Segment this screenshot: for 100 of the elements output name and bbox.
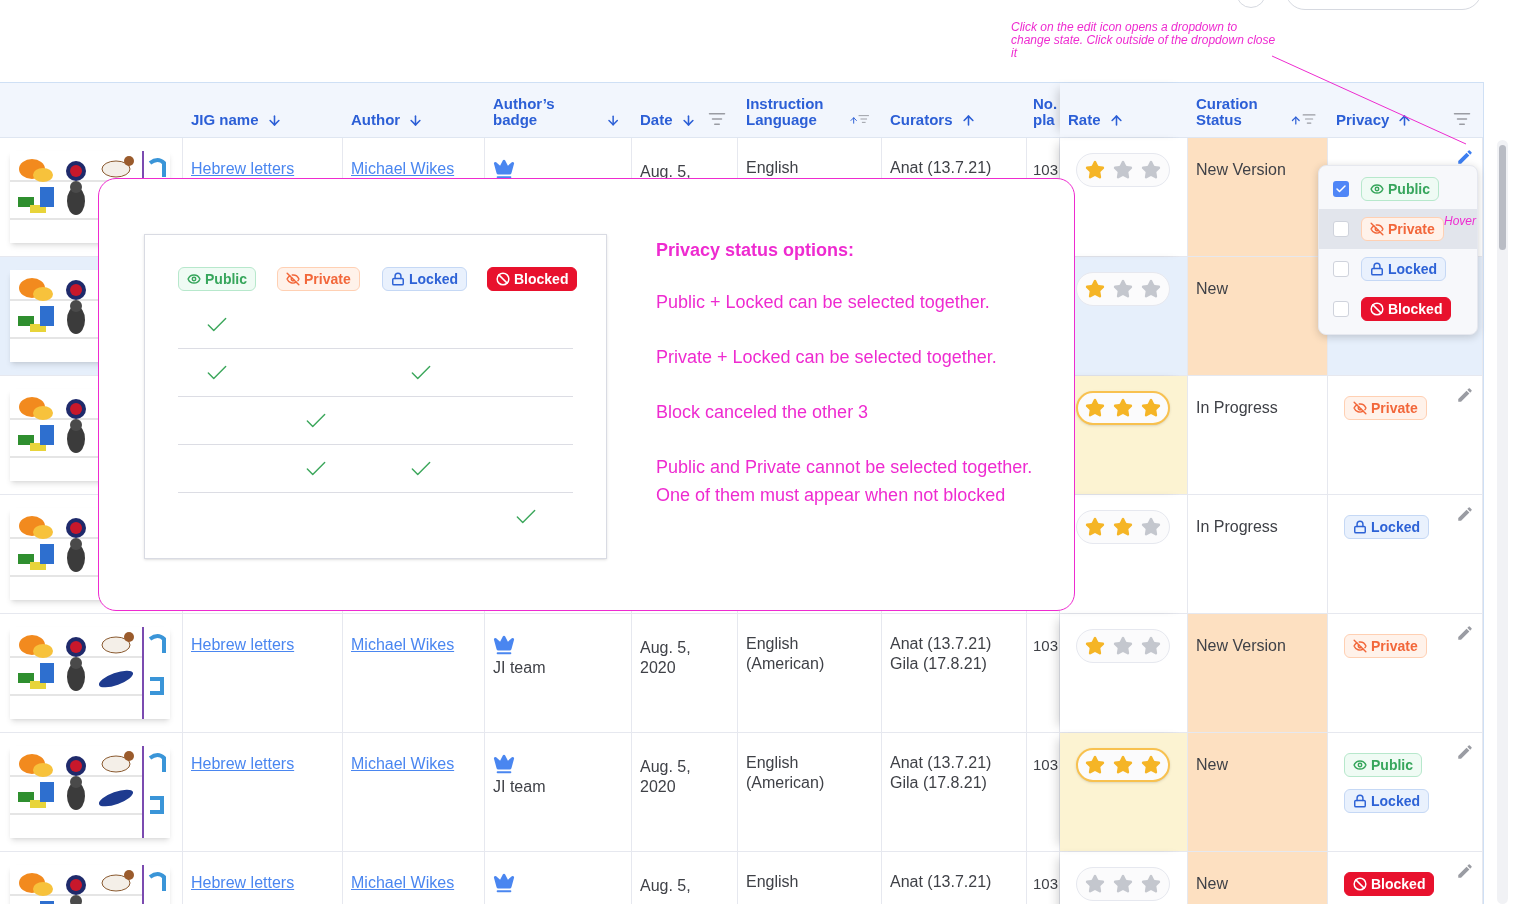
plays-count: 103 [1033, 637, 1059, 654]
dropdown-option[interactable]: Public [1319, 169, 1477, 209]
rating-pill[interactable] [1076, 391, 1170, 425]
curators-text: Anat (13.7.21) [890, 872, 993, 892]
star-icon [1141, 160, 1161, 180]
edit-icon[interactable] [1456, 624, 1474, 642]
edit-icon[interactable] [1456, 862, 1474, 880]
jig-name-link[interactable]: Hebrew letters [191, 636, 295, 653]
filter-icon[interactable] [1453, 110, 1471, 128]
curators-text: Anat (13.7.21) Gila (17.8.21) [890, 753, 993, 793]
crossed-eye-icon [1353, 639, 1367, 653]
column-header[interactable]: Curation Status [1196, 96, 1283, 128]
privacy-badge: Blocked [1344, 872, 1435, 896]
lock-icon [1353, 520, 1367, 534]
arrow-down-icon[interactable] [605, 113, 620, 128]
author-link[interactable]: Michael Wikes [351, 755, 455, 772]
status-text: New Version [1196, 161, 1286, 178]
crossed-eye-icon [1353, 401, 1367, 415]
language-text: English (American) [746, 753, 826, 793]
star-icon [1113, 874, 1133, 894]
table-row[interactable]: Hebrew letters Michael Wikes JI team Aug. 5, 2020 English (American) Anat (13.7.21) Gila (17.8.21) 103 New Public Locked [0, 733, 1483, 852]
eye-icon [1370, 182, 1384, 196]
checkbox[interactable] [1333, 221, 1349, 237]
star-icon [1141, 279, 1161, 299]
author-link[interactable]: Michael Wikes [351, 160, 455, 177]
column-header[interactable]: JIG name [191, 112, 259, 128]
column-header[interactable]: Privacy [1336, 112, 1390, 128]
crossed-eye-icon [286, 272, 300, 286]
curators-text: Anat (13.7.21) [890, 158, 993, 178]
column-header[interactable]: Rate [1068, 112, 1101, 128]
note-text: Block canceled the other 3 [656, 401, 870, 424]
language-text: English [746, 158, 800, 178]
star-icon [1113, 279, 1133, 299]
lock-icon [391, 272, 405, 286]
dropdown-option[interactable]: Blocked [1319, 289, 1477, 329]
star-icon [1085, 755, 1105, 775]
star-icon [1113, 160, 1133, 180]
status-text: New [1196, 875, 1228, 892]
privacy-badge: Locked [1361, 257, 1446, 281]
rating-pill[interactable] [1076, 867, 1170, 901]
table-row[interactable]: Hebrew letters Michael Wikes JI team Aug. 5, 2020 English (American) Anat (13.7.21) Gila (17.8.21) 103 New Version Private [0, 614, 1483, 733]
language-text: English (American) [746, 634, 826, 674]
column-header[interactable]: Date [640, 112, 673, 128]
jig-name-link[interactable]: Hebrew letters [191, 874, 295, 891]
column-header[interactable]: No. pla [1033, 96, 1060, 128]
column-header[interactable]: Author’s badge [493, 96, 598, 128]
star-icon [1141, 398, 1161, 418]
privacy-badge: Public [178, 267, 256, 291]
column-header[interactable]: Instruction Language [746, 96, 842, 128]
eye-icon [187, 272, 201, 286]
edit-icon[interactable] [1456, 505, 1474, 523]
checkbox[interactable] [1333, 261, 1349, 277]
lock-icon [1353, 794, 1367, 808]
column-header[interactable]: Author [351, 112, 401, 128]
checkbox[interactable] [1333, 181, 1349, 197]
arrow-down-icon[interactable] [266, 113, 282, 128]
filter-icon[interactable] [708, 110, 726, 128]
note-text: Private + Locked can be selected together. [656, 346, 998, 369]
star-icon [1085, 398, 1105, 418]
privacy-badge: Public [1361, 177, 1439, 201]
privacy-badge: Locked [1344, 515, 1429, 539]
arrow-down-icon[interactable] [408, 113, 424, 128]
column-header[interactable]: Curators [890, 112, 953, 128]
badge-text: JI team [493, 658, 546, 678]
status-text: In Progress [1196, 518, 1278, 535]
status-text: New Version [1196, 637, 1286, 654]
author-link[interactable]: Michael Wikes [351, 874, 455, 891]
privacy-badge: Private [1361, 217, 1444, 241]
author-link[interactable]: Michael Wikes [351, 636, 455, 653]
star-icon [1141, 636, 1161, 656]
privacy-badge: Blocked [487, 267, 578, 291]
language-text: English [746, 872, 800, 892]
note-text: Public + Locked can be selected together. [656, 291, 991, 314]
scrollbar[interactable] [1497, 140, 1508, 904]
rating-pill[interactable] [1076, 748, 1170, 782]
prohibited-icon [1353, 877, 1367, 891]
badge-text: JI team [493, 777, 546, 797]
edit-icon[interactable] [1456, 148, 1474, 166]
star-icon [1085, 160, 1105, 180]
hover-note: Hover [1444, 213, 1476, 230]
notes-title: Privacy status options: [656, 239, 856, 261]
rating-pill[interactable] [1076, 510, 1170, 544]
checkbox[interactable] [1333, 301, 1349, 317]
date-text: Aug. 5, [640, 876, 692, 896]
date-text: Aug. 5, 2020 [640, 638, 692, 678]
privacy-badge: Public [1344, 753, 1422, 777]
star-icon [1113, 517, 1133, 537]
edit-icon[interactable] [1456, 386, 1474, 404]
edit-icon[interactable] [1456, 743, 1474, 761]
plays-count: 103 [1033, 161, 1059, 178]
dropdown-option[interactable]: Locked [1319, 249, 1477, 289]
star-icon [1141, 874, 1161, 894]
jig-name-link[interactable]: Hebrew letters [191, 160, 295, 177]
rating-pill[interactable] [1076, 153, 1170, 187]
arrow-down-icon[interactable] [680, 113, 696, 128]
privacy-badge: Blocked [1361, 297, 1452, 321]
rating-pill[interactable] [1076, 272, 1170, 306]
jig-name-link[interactable]: Hebrew letters [191, 755, 295, 772]
rating-pill[interactable] [1076, 629, 1170, 663]
lock-icon [1370, 262, 1384, 276]
